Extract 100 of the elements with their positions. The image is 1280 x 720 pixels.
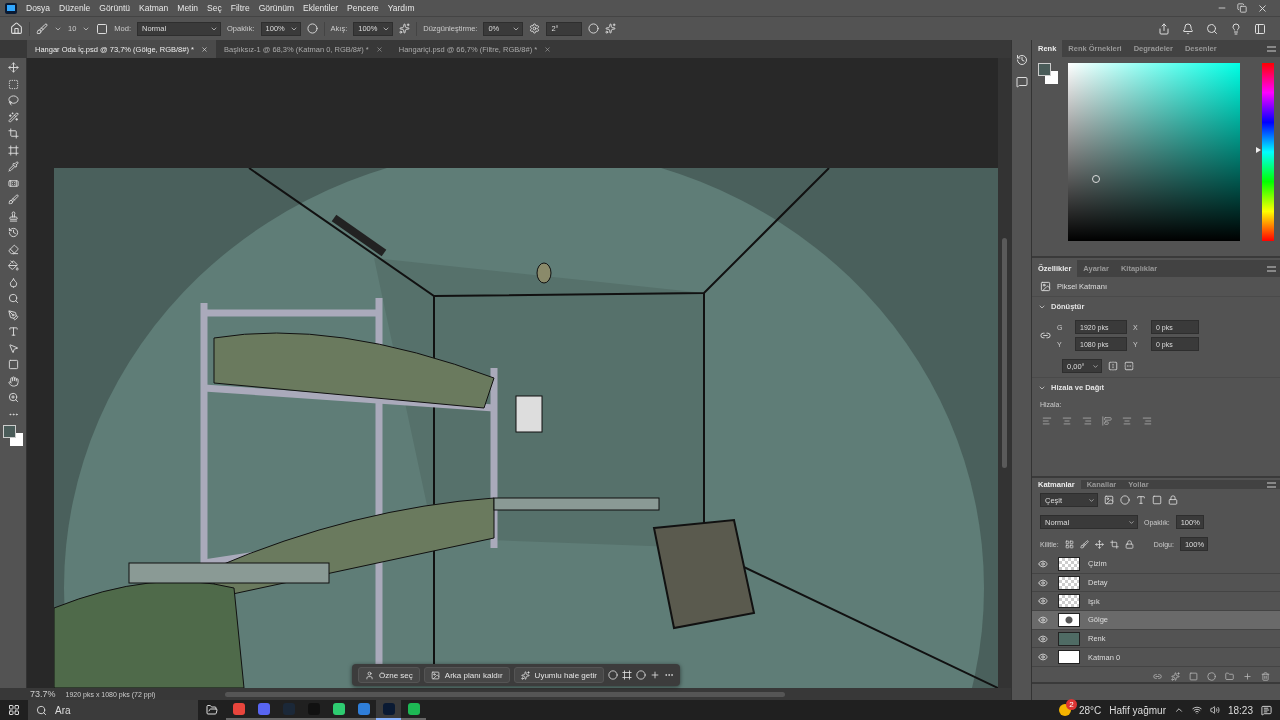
- comment-icon[interactable]: [1015, 76, 1028, 88]
- add-icon[interactable]: [649, 670, 660, 680]
- menu-item[interactable]: Dosya: [26, 3, 51, 13]
- trash-icon[interactable]: [1261, 672, 1270, 682]
- panel-menu-icon[interactable]: [1267, 265, 1276, 272]
- color-swatches-icon[interactable]: [3, 425, 23, 447]
- settings-icon[interactable]: [529, 23, 541, 34]
- taskbar-app[interactable]: [401, 700, 426, 720]
- link-icon[interactable]: [1040, 330, 1051, 341]
- panel-menu-icon[interactable]: [1267, 45, 1276, 52]
- taskbar-app[interactable]: [251, 700, 276, 720]
- link-icon[interactable]: [1153, 672, 1162, 682]
- layer-thumbnail: [1058, 556, 1080, 571]
- caret-icon[interactable]: [1128, 518, 1135, 526]
- taskbar-app[interactable]: [376, 700, 401, 720]
- lock-position-icon[interactable]: [1094, 539, 1104, 549]
- close-icon[interactable]: [1257, 2, 1268, 14]
- drop-tool-icon[interactable]: [7, 276, 19, 288]
- brush-tool-icon[interactable]: [7, 194, 19, 205]
- close-icon[interactable]: [544, 45, 552, 53]
- home-icon[interactable]: [10, 22, 23, 35]
- move-tool-icon[interactable]: [7, 62, 19, 73]
- frame-tool-icon[interactable]: [7, 144, 19, 156]
- lock-pixels-icon[interactable]: [1064, 539, 1074, 549]
- taskbar-app[interactable]: [326, 700, 351, 720]
- type-filter-icon[interactable]: [1136, 495, 1146, 505]
- menu-item[interactable]: Düzenle: [59, 3, 91, 13]
- lock-paint-icon[interactable]: [1079, 539, 1089, 549]
- caret-icon[interactable]: [1092, 362, 1099, 370]
- caret-icon[interactable]: [1088, 496, 1095, 504]
- layer-thumbnail: [1058, 575, 1080, 590]
- lock-all-icon[interactable]: [1124, 539, 1134, 549]
- vertical-scrollbar[interactable]: [998, 58, 1011, 688]
- search-icon[interactable]: [1206, 22, 1218, 35]
- flip-horizontal-icon[interactable]: [1108, 361, 1118, 371]
- context-button[interactable]: Uyumlu hale getir: [513, 667, 604, 683]
- folder-icon[interactable]: [1225, 672, 1234, 682]
- volume-icon[interactable]: [1209, 705, 1220, 715]
- rectangle-tool-icon[interactable]: [7, 359, 19, 370]
- context-button[interactable]: Arka planı kaldır: [423, 667, 510, 683]
- menu-item[interactable]: Yardım: [387, 3, 415, 13]
- type-tool-icon[interactable]: [7, 326, 19, 337]
- lightbulb-icon[interactable]: [1230, 22, 1242, 35]
- color-field[interactable]: [1068, 63, 1240, 241]
- layer-thumbnail: [1058, 594, 1080, 609]
- marquee-tool-icon[interactable]: [7, 78, 19, 90]
- bucket-tool-icon[interactable]: [7, 260, 19, 271]
- menu-item[interactable]: Metin: [177, 3, 199, 13]
- menu-item[interactable]: Eklentiler: [303, 3, 339, 13]
- menu-item[interactable]: Filtre: [230, 3, 250, 13]
- bell-icon[interactable]: [1182, 22, 1194, 35]
- context-button[interactable]: Özne seç: [358, 667, 420, 683]
- shape-filter-icon[interactable]: [1152, 495, 1162, 505]
- taskbar-app[interactable]: [226, 700, 251, 720]
- app-logo-icon: [5, 2, 17, 14]
- eye-icon[interactable]: [1038, 558, 1048, 569]
- panel-menu-icon[interactable]: [1267, 481, 1276, 488]
- eye-icon[interactable]: [1038, 633, 1048, 644]
- eye-icon[interactable]: [1038, 596, 1048, 607]
- lasso-tool-icon[interactable]: [7, 95, 19, 106]
- history-icon[interactable]: [1015, 54, 1028, 66]
- workspace-icon[interactable]: [1254, 22, 1266, 35]
- eye-icon[interactable]: [1038, 614, 1048, 625]
- menu-item[interactable]: Pencere: [347, 3, 379, 13]
- color-swatches-icon[interactable]: [1038, 63, 1058, 85]
- history-brush-icon[interactable]: [7, 227, 19, 238]
- eyedropper-tool-icon[interactable]: [7, 161, 19, 172]
- pen-tool-icon[interactable]: [7, 309, 19, 321]
- flip-vertical-icon[interactable]: [1124, 361, 1134, 371]
- restore-icon[interactable]: [1237, 2, 1247, 13]
- eraser-tool-icon[interactable]: [7, 243, 19, 255]
- close-icon[interactable]: [375, 45, 383, 53]
- menu-item[interactable]: Seç: [207, 3, 222, 13]
- layer-thumbnail: [1058, 650, 1080, 665]
- network-icon[interactable]: [1191, 705, 1202, 715]
- pointer-tool-icon[interactable]: [7, 342, 19, 354]
- close-icon[interactable]: [200, 45, 208, 53]
- eye-icon[interactable]: [1038, 652, 1048, 663]
- wand-tool-icon[interactable]: [7, 111, 19, 123]
- app-icon: [282, 703, 295, 715]
- new-layer-icon[interactable]: [1243, 672, 1252, 682]
- menu-item[interactable]: Görünüm: [258, 3, 295, 13]
- stamp-tool-icon[interactable]: [7, 210, 19, 222]
- notifications-icon[interactable]: [1261, 704, 1272, 716]
- start-icon[interactable]: [8, 704, 20, 716]
- bandage-tool-icon[interactable]: [7, 177, 19, 189]
- brush-icon[interactable]: [36, 22, 48, 35]
- menu-item[interactable]: Görüntü: [99, 3, 130, 13]
- share-icon[interactable]: [1158, 22, 1170, 35]
- menu-item[interactable]: Katman: [139, 3, 169, 13]
- hand-tool-icon[interactable]: [7, 375, 19, 387]
- eye-icon[interactable]: [1038, 577, 1048, 588]
- hue-slider[interactable]: [1256, 63, 1274, 241]
- image-icon: [430, 670, 440, 680]
- hue-slider-handle[interactable]: [1256, 147, 1261, 154]
- crop-tool-icon[interactable]: [7, 128, 19, 139]
- transform-icon[interactable]: [621, 670, 632, 680]
- zoom-tool-icon[interactable]: [7, 392, 19, 403]
- taskbar-search[interactable]: Ara: [28, 700, 198, 720]
- pixel-filter-icon[interactable]: [1104, 495, 1114, 505]
